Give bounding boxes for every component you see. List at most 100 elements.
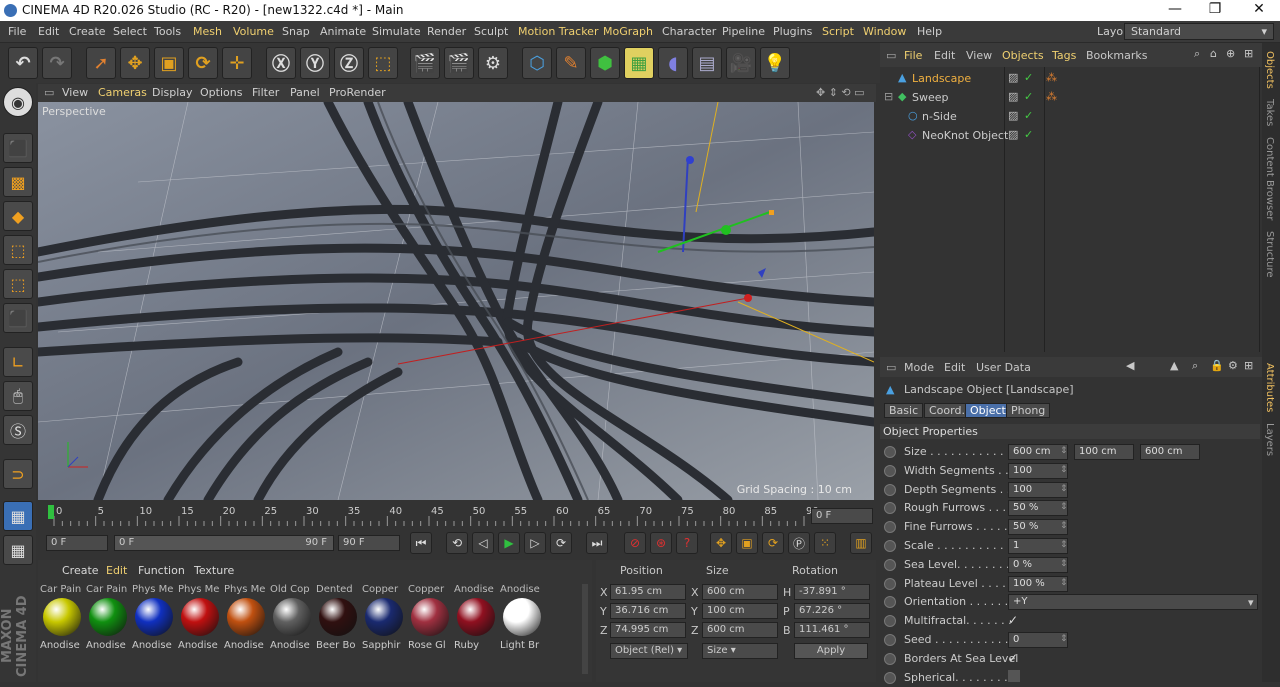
rotation-field[interactable]: 67.226 ° — [794, 603, 870, 619]
layer-icon[interactable]: ▨ — [1008, 128, 1018, 141]
render-settings-icon[interactable]: ⚙ — [478, 47, 508, 79]
prop-value[interactable]: 0 % — [1008, 556, 1068, 573]
cube-object-icon[interactable]: ⬡ — [522, 47, 552, 79]
layer-icon[interactable]: ▨ — [1008, 90, 1018, 103]
make-editable-icon[interactable]: ◉ — [3, 87, 33, 117]
attr-menu-edit[interactable]: Edit — [944, 361, 965, 374]
next-key-icon[interactable]: ⟳ — [550, 532, 572, 554]
sidetab-layers[interactable]: Layers — [1264, 423, 1275, 456]
light-icon[interactable]: 💡 — [760, 47, 790, 79]
workplane-lock-icon[interactable]: ▦ — [3, 501, 33, 531]
layer-icon[interactable]: ▨ — [1008, 71, 1018, 84]
prop-value[interactable]: 100 % — [1008, 575, 1068, 592]
obj-menu-file[interactable]: File — [904, 49, 922, 62]
menu-mesh[interactable]: Mesh — [193, 25, 222, 38]
render-picture-viewer-icon[interactable]: 🎬 — [444, 47, 474, 79]
animate-dot-icon[interactable] — [884, 615, 896, 628]
animate-dot-icon[interactable] — [884, 577, 896, 590]
obj-menu-objects[interactable]: Objects — [1002, 49, 1044, 62]
menu-create[interactable]: Create — [69, 25, 106, 38]
prop-value[interactable]: +Y — [1008, 594, 1258, 611]
prev-key-icon[interactable]: ⟲ — [446, 532, 468, 554]
undo-icon[interactable]: ↶ — [8, 47, 38, 79]
camera-icon[interactable]: 🎥 — [726, 47, 756, 79]
menu-render[interactable]: Render — [427, 25, 466, 38]
up-arrow-icon[interactable]: ▲ — [1170, 359, 1178, 372]
prop-checkbox[interactable]: ✓ — [1008, 613, 1020, 627]
mat-menu-edit[interactable]: Edit — [106, 564, 127, 577]
key-pla-icon[interactable]: ⁙ — [814, 532, 836, 554]
lock-icon[interactable]: 🔒 — [1210, 359, 1224, 372]
material-swatch[interactable]: Phys Me Anodise — [224, 584, 268, 660]
rotation-field[interactable]: -37.891 ° — [794, 584, 870, 600]
redo-icon[interactable]: ↷ — [42, 47, 72, 79]
sidetab-content-browser[interactable]: Content Browser — [1264, 137, 1275, 220]
menu-plugins[interactable]: Plugins — [773, 25, 812, 38]
key-rotation-icon[interactable]: ⟳ — [762, 532, 784, 554]
floor-icon[interactable]: ▤ — [692, 47, 722, 79]
subdivision-icon[interactable]: ⬢ — [590, 47, 620, 79]
viewport-menu-cameras[interactable]: Cameras — [98, 86, 147, 99]
menu-select[interactable]: Select — [113, 25, 147, 38]
stepper-icon[interactable]: ⇕ — [1060, 559, 1068, 569]
animate-dot-icon[interactable] — [884, 521, 896, 534]
viewport-menu-options[interactable]: Options — [200, 86, 242, 99]
z-axis-icon[interactable]: Ⓩ — [334, 47, 364, 79]
size-field[interactable]: 600 cm — [702, 584, 778, 600]
sidetab-structure[interactable]: Structure — [1264, 231, 1275, 278]
animate-dot-icon[interactable] — [884, 596, 896, 609]
recent-tool-icon[interactable]: ✛ — [222, 47, 252, 79]
edges-mode-icon[interactable]: ⬚ — [3, 269, 33, 299]
position-field[interactable]: 74.995 cm — [610, 622, 686, 638]
menu-motion-tracker[interactable]: Motion Tracker — [518, 25, 598, 38]
animate-dot-icon[interactable] — [884, 483, 896, 496]
polygons-mode-icon[interactable]: ⬛ — [3, 303, 33, 333]
obj-menu-bookmarks[interactable]: Bookmarks — [1086, 49, 1147, 62]
axis-mode-icon[interactable]: ∟ — [3, 347, 33, 377]
planar-workplane-icon[interactable]: ▦ — [3, 535, 33, 565]
autokey-icon[interactable]: ⊛ — [650, 532, 672, 554]
chevron-down-icon[interactable]: ▾ — [1248, 596, 1254, 609]
animate-dot-icon[interactable] — [884, 652, 896, 665]
material-swatch[interactable]: Car Pain Anodise — [40, 584, 84, 660]
visibility-check-icon[interactable]: ✓ — [1024, 90, 1033, 103]
move-icon[interactable]: ✥ — [120, 47, 150, 79]
viewport-menu-view[interactable]: View — [62, 86, 88, 99]
tab-coord[interactable]: Coord. — [924, 403, 970, 418]
prop-value[interactable]: 0 — [1008, 632, 1068, 648]
prop-checkbox[interactable]: ✓ — [1008, 651, 1020, 665]
prop-value-2[interactable]: 100 cm — [1074, 444, 1134, 460]
menu-pipeline[interactable]: Pipeline — [722, 25, 765, 38]
start-frame-field[interactable]: 0 F — [46, 535, 108, 551]
prop-value[interactable]: 100 — [1008, 462, 1068, 479]
menu-edit[interactable]: Edit — [38, 25, 59, 38]
animate-dot-icon[interactable] — [884, 558, 896, 571]
sidetab-takes[interactable]: Takes — [1264, 99, 1275, 126]
prop-value[interactable]: 600 cm — [1008, 444, 1068, 460]
material-swatch[interactable]: Phys Me Anodise — [132, 584, 176, 660]
key-param-icon[interactable]: Ⓟ — [788, 532, 810, 554]
menu-script[interactable]: Script — [822, 25, 854, 38]
size-field[interactable]: 600 cm — [702, 622, 778, 638]
animate-dot-icon[interactable] — [884, 540, 896, 552]
obj-menu-view[interactable]: View — [966, 49, 992, 62]
viewport-menu-filter[interactable]: Filter — [252, 86, 279, 99]
material-swatch[interactable]: Anodise Light Br — [500, 584, 544, 660]
menu-simulate[interactable]: Simulate — [372, 25, 421, 38]
object-row[interactable]: ⊟ ◆ Sweep ▨ ✓ ⁂ — [884, 89, 1259, 107]
coordinate-system-icon[interactable]: ⬚ — [368, 47, 398, 79]
sidetab-objects[interactable]: Objects — [1264, 51, 1275, 89]
prop-value[interactable]: 1 — [1008, 538, 1068, 554]
menu-snap[interactable]: Snap — [282, 25, 310, 38]
prop-value[interactable]: 50 % — [1008, 519, 1068, 536]
object-row[interactable]: ◇ NeoKnot Object ▨ ✓ — [884, 127, 1259, 145]
material-swatch[interactable]: Car Pain Anodise — [86, 584, 130, 660]
minimize-button[interactable]: — — [1160, 1, 1190, 17]
menu-volume[interactable]: Volume — [233, 25, 274, 38]
material-swatch[interactable]: Old Cop Anodise — [270, 584, 314, 660]
animate-dot-icon[interactable] — [884, 634, 896, 646]
array-icon[interactable]: ▦ — [624, 47, 654, 79]
mat-menu-texture[interactable]: Texture — [194, 564, 234, 577]
deformer-icon[interactable]: ◖ — [658, 47, 688, 79]
current-frame-field[interactable]: 0 F — [811, 508, 873, 524]
